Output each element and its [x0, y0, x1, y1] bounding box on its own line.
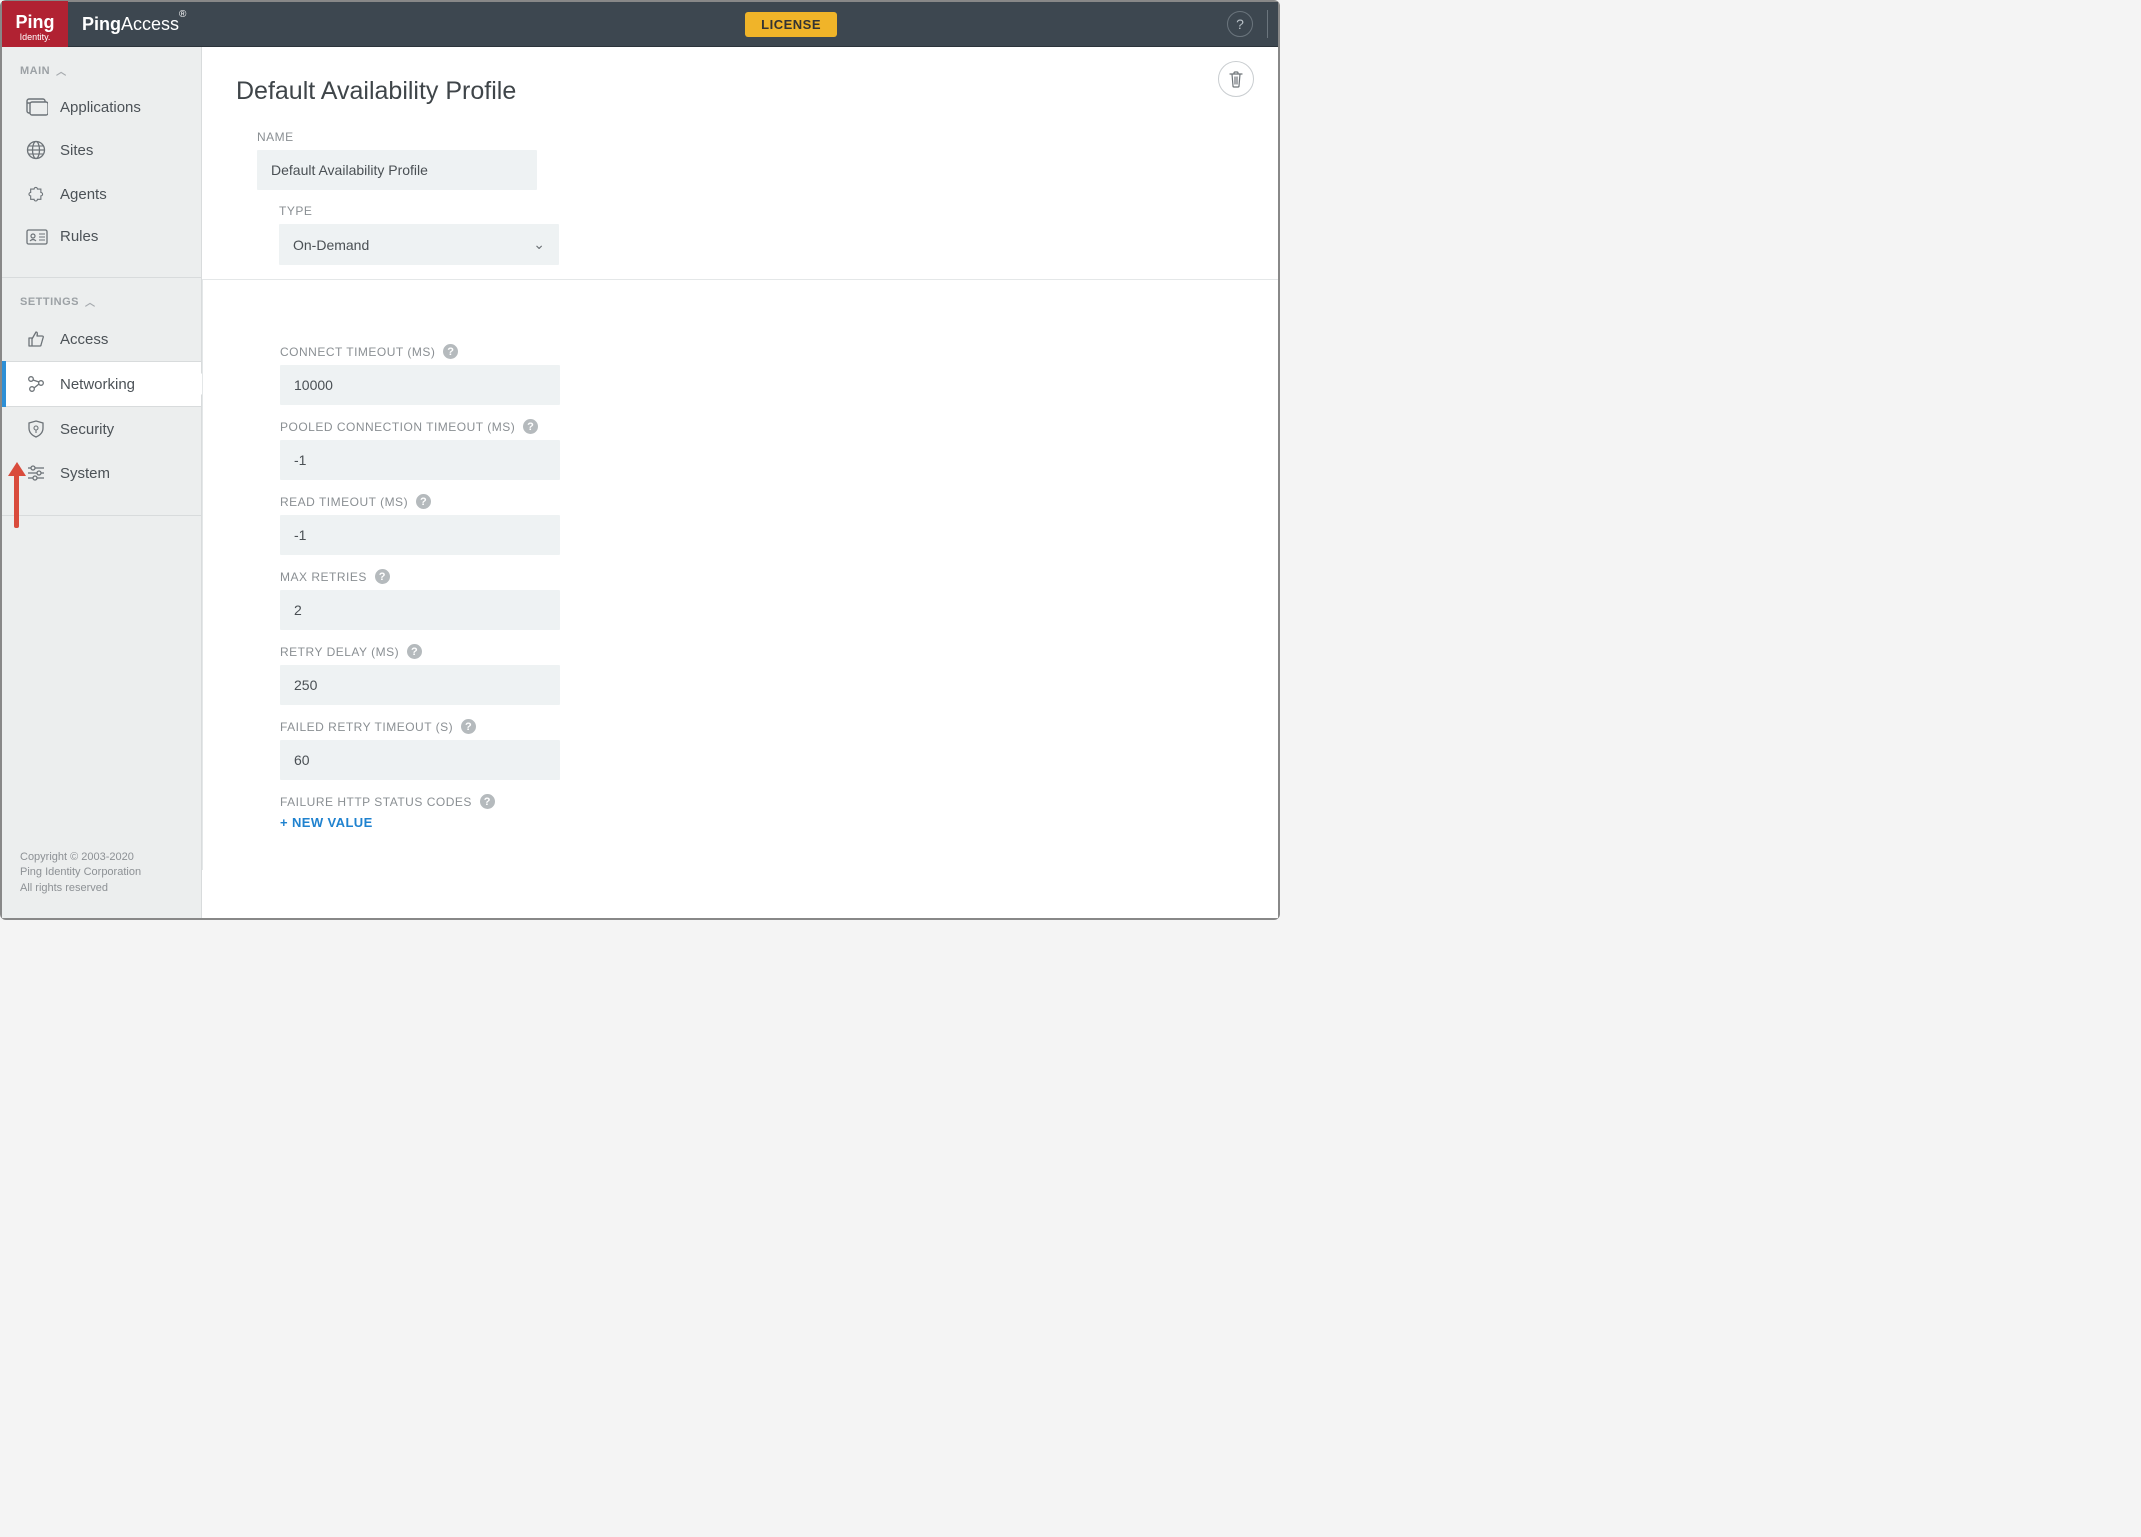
sidebar-item-label: Networking — [60, 376, 135, 393]
sidebar-item-label: Access — [60, 331, 108, 348]
topbar: Ping Identity. PingAccess® LICENSE ? — [2, 2, 1278, 47]
label-read-timeout: READ TIMEOUT (MS)? — [280, 494, 1278, 509]
label-connect-timeout: CONNECT TIMEOUT (MS)? — [280, 344, 1278, 359]
help-icon[interactable]: ? — [375, 569, 390, 584]
name-input[interactable] — [257, 150, 537, 190]
delete-button[interactable] — [1218, 61, 1254, 97]
label-retry-delay: RETRY DELAY (MS)? — [280, 644, 1278, 659]
sidebar-item-applications[interactable]: Applications — [2, 86, 201, 128]
connect-timeout-input[interactable] — [280, 365, 560, 405]
help-icon[interactable]: ? — [461, 719, 476, 734]
read-timeout-input[interactable] — [280, 515, 560, 555]
help-icon[interactable]: ? — [443, 344, 458, 359]
label-pooled-connection-timeout: POOLED CONNECTION TIMEOUT (MS)? — [280, 419, 1278, 434]
label-failure-http-status-codes: FAILURE HTTP STATUS CODES? — [280, 794, 1278, 809]
sidebar-item-system[interactable]: System — [2, 451, 201, 495]
brand-logo: Ping Identity. — [2, 1, 68, 53]
retry-delay-input[interactable] — [280, 665, 560, 705]
sidebar-item-label: Applications — [60, 99, 141, 116]
topbar-separator — [1267, 10, 1268, 38]
type-select[interactable]: On-Demand ⌄ — [279, 224, 559, 265]
type-select-value: On-Demand — [293, 237, 369, 253]
sidebar-item-label: Security — [60, 421, 114, 438]
chevron-up-icon: ︿ — [56, 63, 67, 78]
window-icon — [26, 98, 48, 116]
trash-icon — [1228, 70, 1244, 88]
network-icon — [26, 374, 48, 394]
sidebar-item-sites[interactable]: Sites — [2, 128, 201, 172]
id-card-icon — [26, 229, 48, 245]
new-value-button[interactable]: + NEW VALUE — [280, 815, 1278, 830]
sidebar-item-label: Rules — [60, 228, 98, 245]
license-button[interactable]: LICENSE — [745, 12, 837, 37]
sidebar-item-label: Sites — [60, 142, 93, 159]
help-icon[interactable]: ? — [523, 419, 538, 434]
logo-text-top: Ping — [16, 13, 55, 31]
sidebar-item-rules[interactable]: Rules — [2, 216, 201, 257]
sidebar-section-main[interactable]: MAIN ︿ — [2, 47, 201, 86]
help-icon[interactable]: ? — [480, 794, 495, 809]
page-title: Default Availability Profile — [202, 47, 1278, 116]
main-content: Default Availability Profile NAME TYPE O… — [202, 47, 1278, 918]
chevron-up-icon: ︿ — [85, 294, 96, 309]
label-name: NAME — [257, 130, 1278, 144]
sidebar-item-networking[interactable]: Networking — [2, 361, 201, 407]
puzzle-icon — [26, 184, 48, 204]
sidebar-item-label: System — [60, 465, 110, 482]
copyright: Copyright © 2003-2020 Ping Identity Corp… — [2, 850, 201, 918]
globe-icon — [26, 140, 48, 160]
help-icon[interactable]: ? — [416, 494, 431, 509]
sidebar-item-security[interactable]: Security — [2, 407, 201, 451]
sidebar-item-label: Agents — [60, 186, 107, 203]
sidebar-section-settings[interactable]: SETTINGS ︿ — [2, 278, 201, 317]
help-icon[interactable]: ? — [407, 644, 422, 659]
sidebar-item-agents[interactable]: Agents — [2, 172, 201, 216]
product-name: PingAccess® — [82, 14, 186, 35]
help-icon[interactable]: ? — [1227, 11, 1253, 37]
sliders-icon — [26, 463, 48, 483]
max-retries-input[interactable] — [280, 590, 560, 630]
chevron-down-icon: ⌄ — [533, 236, 545, 253]
sidebar: MAIN ︿ Applications Sites Agents R — [2, 47, 202, 918]
label-failed-retry-timeout: FAILED RETRY TIMEOUT (S)? — [280, 719, 1278, 734]
label-max-retries: MAX RETRIES? — [280, 569, 1278, 584]
logo-text-bottom: Identity. — [20, 33, 51, 42]
failed-retry-timeout-input[interactable] — [280, 740, 560, 780]
pooled-connection-timeout-input[interactable] — [280, 440, 560, 480]
shield-icon — [26, 419, 48, 439]
sidebar-item-access[interactable]: Access — [2, 317, 201, 361]
thumbs-up-icon — [26, 329, 48, 349]
label-type: TYPE — [279, 204, 1278, 218]
